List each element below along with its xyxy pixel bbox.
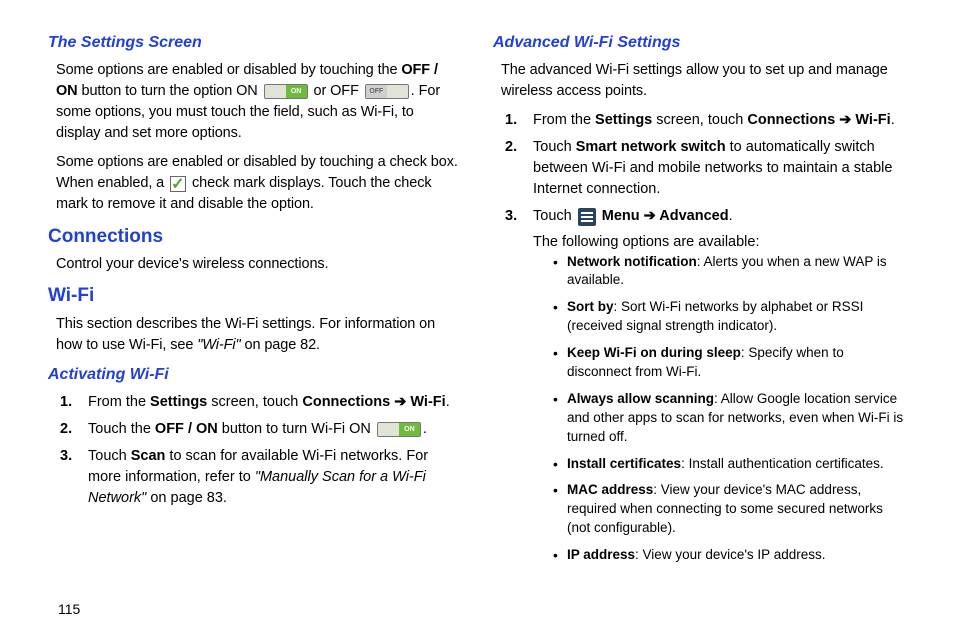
opt-network-notification: Network notification: Alerts you when a … xyxy=(553,253,906,291)
toggle-on-icon: ON xyxy=(264,84,308,99)
opt-sort-by: Sort by: Sort Wi-Fi networks by alphabet… xyxy=(553,298,906,336)
adv-step-2: Touch Smart network switch to automatica… xyxy=(505,137,906,200)
left-column: The Settings Screen Some options are ena… xyxy=(48,32,461,616)
para-advanced: The advanced Wi-Fi settings allow you to… xyxy=(501,60,906,102)
step-1: From the Settings screen, touch Connecti… xyxy=(60,392,461,413)
heading-connections: Connections xyxy=(48,224,461,251)
menu-icon xyxy=(578,208,596,226)
opt-ip-address: IP address: View your device's IP addres… xyxy=(553,546,906,565)
heading-settings-screen: The Settings Screen xyxy=(48,32,461,54)
opt-always-scanning: Always allow scanning: Allow Google loca… xyxy=(553,390,906,447)
toggle-on-icon: ON xyxy=(377,422,421,437)
step-2: Touch the OFF / ON button to turn Wi-Fi … xyxy=(60,419,461,440)
page-number: 115 xyxy=(58,600,80,620)
activating-steps: From the Settings screen, touch Connecti… xyxy=(60,392,461,509)
right-column: Advanced Wi-Fi Settings The advanced Wi-… xyxy=(493,32,906,616)
heading-wifi: Wi-Fi xyxy=(48,283,461,310)
opt-mac-address: MAC address: View your device's MAC addr… xyxy=(553,481,906,538)
para-connections: Control your device's wireless connectio… xyxy=(56,254,461,275)
checkmark-icon xyxy=(170,176,186,192)
para-wifi: This section describes the Wi-Fi setting… xyxy=(56,314,461,356)
opt-install-certs: Install certificates: Install authentica… xyxy=(553,455,906,474)
advanced-options: Network notification: Alerts you when a … xyxy=(553,253,906,565)
para-offon: Some options are enabled or disabled by … xyxy=(56,60,461,144)
step-3: Touch Scan to scan for available Wi-Fi n… xyxy=(60,446,461,509)
adv-step-3: Touch Menu ➔ Advanced. The following opt… xyxy=(505,206,906,565)
advanced-steps: From the Settings screen, touch Connecti… xyxy=(505,110,906,565)
toggle-off-icon: OFF xyxy=(365,84,409,99)
para-checkbox: Some options are enabled or disabled by … xyxy=(56,152,461,215)
heading-advanced-wifi: Advanced Wi-Fi Settings xyxy=(493,32,906,54)
adv-step-1: From the Settings screen, touch Connecti… xyxy=(505,110,906,131)
opt-keep-wifi-sleep: Keep Wi-Fi on during sleep: Specify when… xyxy=(553,344,906,382)
heading-activating-wifi: Activating Wi-Fi xyxy=(48,364,461,386)
